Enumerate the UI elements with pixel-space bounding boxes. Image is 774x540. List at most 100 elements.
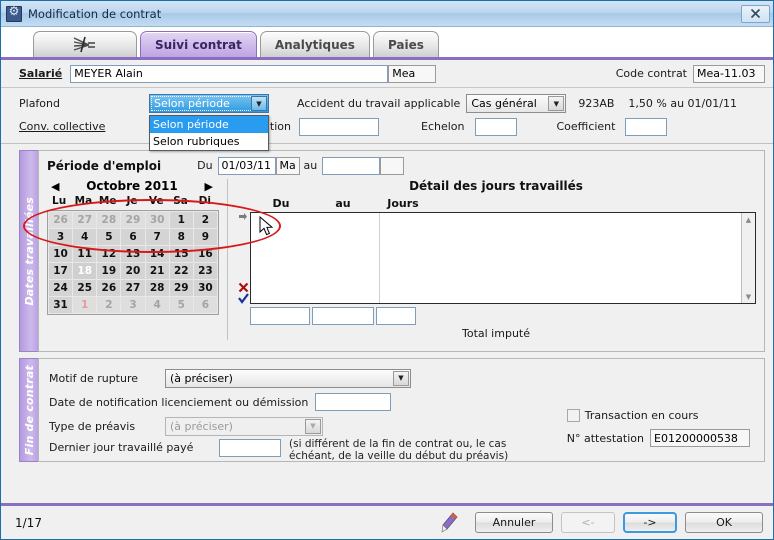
next-button[interactable]: -> [623,512,677,533]
calendar-day-cell[interactable]: 6 [192,296,219,314]
conv-collective-label[interactable]: Conv. collective [19,120,149,133]
chevron-right-icon[interactable]: ▶ [201,180,217,193]
coefficient-input[interactable] [625,117,668,136]
au-date-input[interactable] [322,156,381,175]
tab-general-icon[interactable] [33,31,137,57]
calendar-day-cell[interactable]: 29 [120,211,146,229]
du-date-input[interactable]: 01/03/11 [217,156,276,175]
code-contrat-field[interactable]: Mea-11.03 [693,64,765,83]
pen-icon[interactable] [439,511,459,534]
validate-row-icon[interactable] [237,293,249,304]
date-notification-input[interactable] [315,393,392,411]
calendar-day-cell[interactable]: 16 [192,245,219,263]
total-au-field[interactable] [312,307,374,325]
tab-label: Analytiques [274,37,355,52]
vtab-fin-de-contrat[interactable]: Fin de contrat [19,358,38,462]
chevron-left-icon[interactable]: ◀ [47,180,63,193]
calendar-day-cell[interactable]: 4 [72,228,98,246]
insert-row-icon[interactable] [238,213,248,223]
previous-button[interactable]: <- [561,512,615,533]
calendar-day-cell[interactable]: 25 [72,279,98,297]
motif-rupture-combobox[interactable]: (à préciser) ▼ [165,368,411,388]
calendar-day-cell[interactable]: 30 [144,211,170,229]
dates-travaillees-panel: Période d'emploi Du 01/03/11 Ma au ◀ Oct… [38,150,765,352]
calendar-day-cell[interactable]: 2 [96,296,122,314]
transaction-checkbox[interactable] [566,409,580,422]
total-du-field[interactable] [250,307,310,325]
plafond-dropdown-list[interactable]: Selon période Selon rubriques [149,115,269,151]
plafond-option-1[interactable]: Selon rubriques [150,133,268,150]
tab-analytiques[interactable]: Analytiques [259,31,370,57]
attestation-field[interactable]: E01200000538 [650,429,750,447]
calendar-day-cell[interactable]: 27 [72,211,98,229]
echelon-input[interactable] [474,117,517,136]
periode-emploi-title: Période d'emploi [47,158,162,173]
calendar-grid[interactable]: 26 27 28 29 30 1 2 3 4 5 6 7 8 9 10 11 12 13 14 15 16 17 18 19 2… [47,211,219,314]
calendar-day-cell[interactable]: 31 [47,296,74,314]
salarie-input[interactable]: MEYER Alain [70,64,389,83]
calendar-day-cell[interactable]: 11 [72,245,98,263]
calendar-day-cell[interactable]: 23 [192,262,219,280]
chevron-down-icon[interactable]: ▼ [305,418,321,434]
calendar-day-cell[interactable]: 5 [168,296,194,314]
calendar-day-cell[interactable]: 27 [120,279,146,297]
calendar-day-cell[interactable]: 30 [192,279,219,297]
calendar-day-cell[interactable]: 21 [144,262,170,280]
plafond-option-0[interactable]: Selon période [150,116,268,133]
calendar-day-cell[interactable]: 15 [168,245,194,263]
calendar-day-cell[interactable]: 29 [168,279,194,297]
calendar-day-cell[interactable]: 28 [96,211,122,229]
calendar-day-cell[interactable]: 26 [96,279,122,297]
qualification-input[interactable] [299,117,379,136]
calendar-day-cell[interactable]: 7 [144,228,170,246]
scroll-down-icon[interactable]: ▼ [742,290,755,303]
salarie-code-field[interactable]: Mea [388,64,437,83]
calendar-day-cell[interactable]: 3 [47,228,74,246]
plafond-combobox[interactable]: Selon période ▼ [149,94,269,113]
calendar-day-cell[interactable]: 24 [47,279,74,297]
ok-button[interactable]: OK [685,512,763,533]
chevron-down-icon[interactable]: ▼ [251,96,267,111]
total-jours-field[interactable] [376,307,416,325]
mouse-cursor-icon [259,216,274,236]
calendar-day-cell[interactable]: 13 [120,245,146,263]
calendar-day-cell[interactable]: 14 [144,245,170,263]
type-preavis-value: (à préciser) [170,419,233,433]
calendar-day-cell[interactable]: 19 [96,262,122,280]
calendar-day-cell[interactable]: 20 [120,262,146,280]
calendar-day-cell[interactable]: 1 [72,296,98,314]
calendar-day-cell[interactable]: 1 [168,211,194,229]
calendar-day-cell[interactable]: 26 [47,211,74,229]
close-icon[interactable] [741,4,770,23]
calendar-day-cell[interactable]: 17 [47,262,74,280]
calendar-day-cell[interactable]: 22 [168,262,194,280]
calendar-day-cell[interactable]: 2 [192,211,219,229]
calendar-day-cell[interactable]: 28 [144,279,170,297]
type-preavis-combobox[interactable]: (à préciser) ▼ [165,416,323,436]
detail-listbox[interactable]: ▲ ▼ [250,212,756,304]
chevron-down-icon[interactable]: ▼ [548,96,565,111]
plafond-label: Plafond [19,97,60,110]
calendar-day-cell[interactable]: 6 [120,228,146,246]
vtab-dates-travaillees[interactable]: Dates travaillées [19,150,38,352]
calendar-day-cell[interactable]: 18 [72,262,98,280]
delete-row-icon[interactable] [238,282,249,293]
calendar-day-cell[interactable]: 3 [120,296,146,314]
calendar-day-cell[interactable]: 10 [47,245,74,263]
calendar-day-cell[interactable]: 5 [96,228,122,246]
tab-suivi-contrat[interactable]: Suivi contrat [140,31,257,57]
calendar-day-cell[interactable]: 4 [144,296,170,314]
calendar-day-cell[interactable]: 9 [192,228,219,246]
cancel-button[interactable]: Annuler [475,512,553,533]
accident-combobox[interactable]: Cas général ▼ [466,94,567,113]
chevron-down-icon[interactable]: ▼ [393,370,409,386]
detail-scrollbar[interactable]: ▲ ▼ [741,213,755,303]
tab-paies[interactable]: Paies [372,31,439,57]
calendar-day-cell[interactable]: 8 [168,228,194,246]
calendar-day-cell[interactable]: 12 [96,245,122,263]
scroll-up-icon[interactable]: ▲ [742,213,755,226]
calendar: ◀ Octobre 2011 ▶ Lu Ma Me Je Ve Sa Di 26 27 28 29… [47,179,219,340]
calendar-weekday-3: Je [126,195,138,207]
status-bar: 1/17 Annuler <- -> OK [1,503,773,539]
dernier-jour-input[interactable] [219,439,281,457]
